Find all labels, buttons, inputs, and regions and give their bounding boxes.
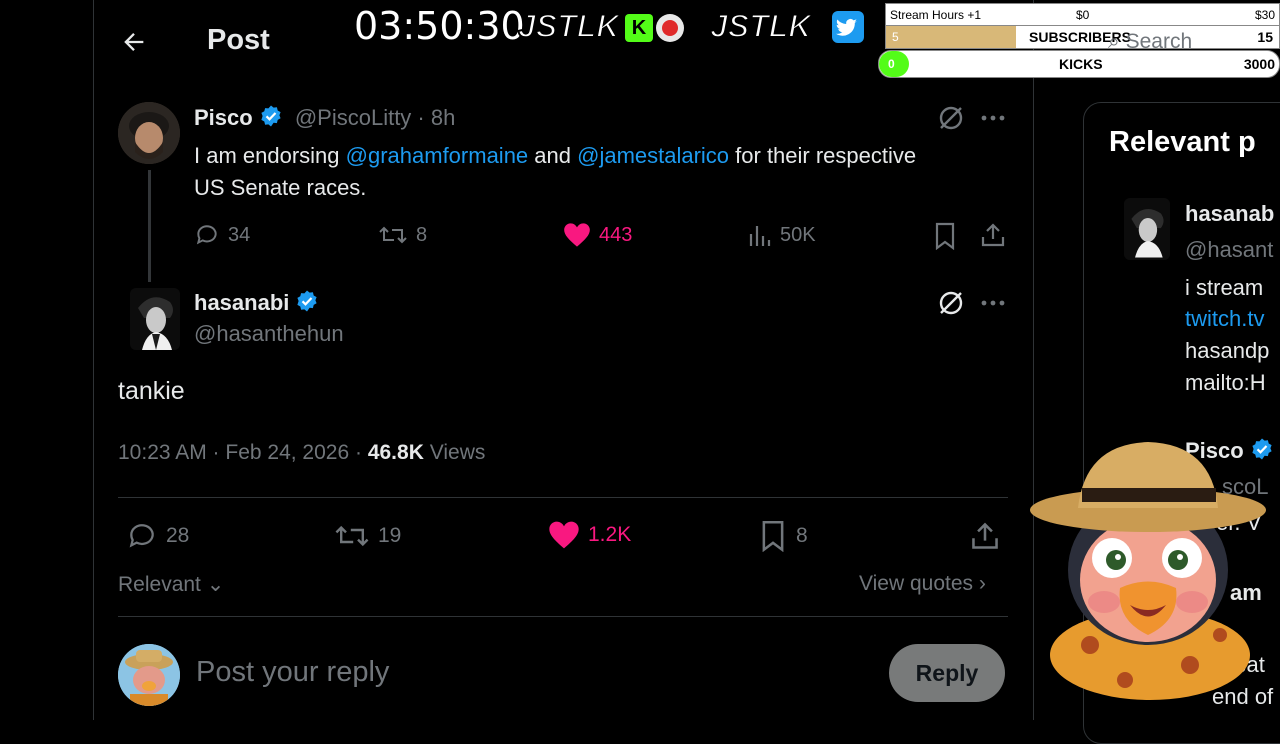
bio-link[interactable]: twitch.tv (1185, 306, 1264, 332)
parent-post-text: I am endorsing @grahamformaine and @jame… (194, 143, 917, 200)
views-label: Views (429, 441, 486, 464)
left-column-border (93, 0, 94, 720)
chevron-right-icon: › (973, 572, 986, 595)
reply-icon (194, 222, 220, 248)
reply-button[interactable]: 34 (194, 222, 250, 248)
thread-connector (148, 170, 151, 282)
verified-badge-icon (259, 104, 283, 134)
bookmark-icon (760, 520, 786, 552)
views-count: 46.8K (367, 441, 424, 464)
divider (118, 616, 1008, 617)
post-timestamp[interactable]: 10:23 AM · Feb 24, 2026 · (118, 441, 362, 464)
chevron-down-icon: ⌄ (200, 573, 225, 596)
grok-icon[interactable] (938, 290, 964, 316)
user-avatar[interactable] (118, 644, 180, 706)
brand-logo: JSTLK (517, 7, 620, 45)
person-name[interactable]: hasanab (1185, 201, 1274, 227)
like-button[interactable]: 1.2K (548, 520, 631, 550)
like-button[interactable]: 443 (563, 222, 632, 248)
live-record-icon (656, 14, 684, 42)
repost-button[interactable]: 8 (378, 222, 427, 248)
parent-post-header: Pisco @PiscoLitty · 8h (194, 104, 455, 134)
person-bio: i stream (1185, 275, 1264, 300)
person-handle[interactable]: @hasant (1185, 237, 1273, 263)
more-options-icon[interactable] (980, 110, 1006, 126)
divider (118, 497, 1008, 498)
hasanabi-avatar[interactable] (1124, 198, 1170, 260)
mention-link[interactable]: @jamestalarico (577, 143, 729, 168)
main-post-author[interactable]: hasanabi (194, 289, 319, 319)
repost-icon (378, 222, 408, 248)
stream-timer: 03:50:30 (354, 4, 525, 48)
post-time[interactable]: 8h (431, 105, 455, 130)
brand-logo: JSTLK (709, 7, 812, 45)
views-chart-icon (748, 222, 772, 248)
person-bio: hasandp (1185, 338, 1270, 363)
reply-button[interactable]: 28 (126, 520, 189, 552)
author-name[interactable]: hasanabi (194, 290, 289, 315)
panel-title: Relevant p (1109, 126, 1256, 158)
mascot-penguin-image (1030, 430, 1270, 705)
views-button[interactable]: 50K (748, 222, 816, 248)
author-name[interactable]: Pisco (194, 105, 253, 130)
back-arrow-icon[interactable] (120, 28, 148, 56)
bookmark-button[interactable]: 8 (760, 520, 808, 552)
stream-hours-bar: Stream Hours +1 $0 $30 (885, 3, 1280, 27)
view-quotes-link[interactable]: View quotes › (859, 572, 986, 596)
reply-icon (126, 520, 158, 552)
bookmark-icon[interactable] (934, 222, 956, 250)
share-icon[interactable] (970, 520, 1000, 552)
reply-input[interactable]: Post your reply (196, 656, 389, 689)
more-options-icon[interactable] (980, 295, 1006, 311)
page-title: Post (207, 24, 270, 56)
post-meta: 10:23 AM · Feb 24, 2026 · 46.8K Views (118, 441, 485, 465)
grok-icon[interactable] (938, 105, 964, 131)
repost-icon (334, 520, 370, 552)
author-handle[interactable]: @PiscoLitty (295, 105, 411, 130)
sort-dropdown[interactable]: Relevant ⌄ (118, 572, 224, 597)
person-bio: mailto:H (1185, 370, 1266, 395)
reply-button[interactable]: Reply (889, 644, 1005, 702)
twitter-bird-icon (832, 11, 864, 43)
heart-icon (563, 222, 591, 248)
subscribers-fill (886, 26, 1016, 48)
kicks-bar: 0 KICKS 3000 (878, 50, 1280, 78)
repost-button[interactable]: 19 (334, 520, 401, 552)
pisco-avatar[interactable] (118, 102, 180, 164)
main-post-text: tankie (118, 377, 185, 405)
hasanabi-avatar[interactable] (130, 288, 180, 350)
subscribers-bar: 5 SUBSCRIBERS 15 (885, 25, 1280, 49)
verified-badge-icon (295, 289, 319, 319)
kick-logo-icon: K (625, 14, 653, 42)
share-icon[interactable] (980, 222, 1006, 248)
mention-link[interactable]: @grahamformaine (346, 143, 529, 168)
heart-icon (548, 520, 580, 550)
author-handle[interactable]: @hasanthehun (194, 321, 344, 347)
